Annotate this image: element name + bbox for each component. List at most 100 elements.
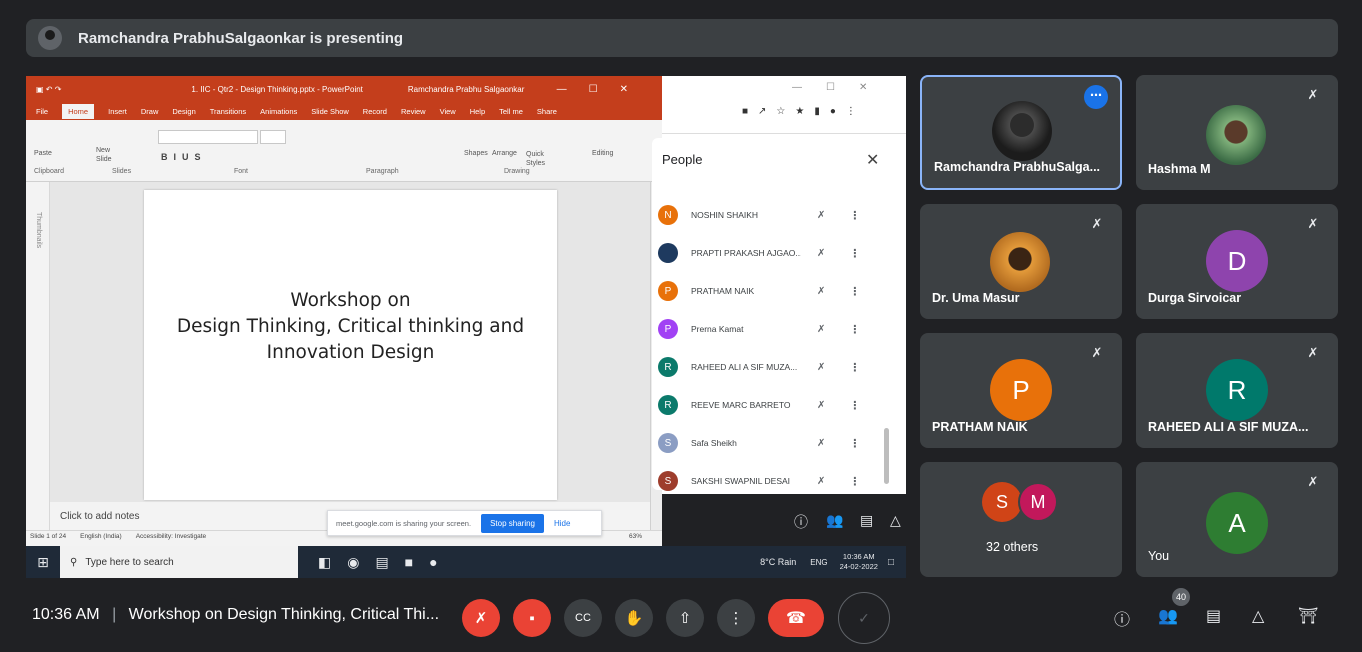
list-item[interactable]: N NOSHIN SHAIKH ✗ ⋮ — [658, 200, 886, 230]
tab-file[interactable]: File — [36, 107, 48, 116]
paste-button[interactable]: Paste — [34, 150, 52, 157]
editing-button[interactable]: Editing — [592, 150, 613, 157]
more-vert-icon[interactable]: ⋮ — [849, 361, 860, 374]
present-icon[interactable]: ⇧ — [666, 599, 704, 637]
ppt-quick-access-icon[interactable]: ▣ ↶ ↷ — [36, 85, 61, 94]
close-icon[interactable]: ✕ — [866, 150, 879, 170]
participant-name: Hashma M — [1148, 162, 1211, 176]
taskbar-apps[interactable]: ◧◉▤■● — [318, 554, 454, 571]
more-vert-icon[interactable]: ⋮ — [849, 247, 860, 260]
info-icon[interactable]: ⓘ — [794, 512, 808, 532]
mic-off-icon[interactable]: ✗ — [817, 476, 825, 487]
activities-icon[interactable]: △ — [1252, 606, 1264, 626]
participant-tile-ramchandra[interactable]: ⋯ Ramchandra PrabhuSalga... — [920, 75, 1122, 190]
screen-sharing-bar: meet.google.com is sharing your screen. … — [327, 510, 602, 536]
browser-toolbar-icons[interactable]: ■↗☆★▮●⋮ — [742, 106, 866, 117]
slide-canvas[interactable]: Workshop on Design Thinking, Critical th… — [144, 190, 557, 500]
taskbar-search[interactable]: ⚲ Type here to search — [60, 546, 298, 578]
list-item[interactable]: S SAKSHI SWAPNIL DESAI ✗ ⋮ — [658, 466, 886, 496]
language-indicator-taskbar[interactable]: ENG — [810, 558, 827, 567]
font-name-box[interactable] — [158, 130, 258, 144]
participant-tile-hashma[interactable]: ✗ Hashma M — [1136, 75, 1338, 190]
list-item[interactable]: R REEVE MARC BARRETO ✗ ⋮ — [658, 390, 886, 420]
browser-window-controls[interactable]: —☐✕ — [792, 82, 891, 93]
chat-icon[interactable]: ▤ — [1206, 606, 1221, 626]
mic-off-icon[interactable]: ✗ — [817, 324, 825, 335]
activities-icon[interactable]: △ — [890, 512, 901, 529]
camera-off-icon[interactable]: ▪ — [513, 599, 551, 637]
more-vert-icon[interactable]: ⋮ — [849, 399, 860, 412]
mic-off-icon[interactable]: ✗ — [817, 210, 825, 221]
windows-start-icon[interactable]: ⊞ — [26, 554, 60, 571]
arrange-button[interactable]: Arrange — [492, 150, 517, 157]
end-call-icon[interactable]: ☎ — [768, 599, 824, 637]
participant-tile-raheed[interactable]: R ✗ RAHEED ALI A SIF MUZA... — [1136, 333, 1338, 448]
tab-slide-show[interactable]: Slide Show — [311, 107, 349, 116]
meeting-separator: | — [112, 606, 117, 623]
mic-off-icon[interactable]: ✗ — [462, 599, 500, 637]
ppt-window-controls[interactable]: —☐✕ — [557, 84, 650, 95]
quick-styles-button[interactable]: Quick Styles — [526, 150, 554, 168]
shapes-button[interactable]: Shapes — [464, 150, 488, 157]
captions-icon[interactable]: CC — [564, 599, 602, 637]
list-item[interactable]: P PRATHAM NAIK ✗ ⋮ — [658, 276, 886, 306]
participant-avatar: S — [658, 433, 678, 453]
more-vert-icon[interactable]: ⋮ — [849, 209, 860, 222]
participant-tile-pratham[interactable]: P ✗ PRATHAM NAIK — [920, 333, 1122, 448]
mic-off-icon: ✗ — [1091, 216, 1103, 231]
check-circle-icon[interactable]: ✓ — [838, 592, 890, 644]
hide-button[interactable]: Hide — [554, 519, 570, 528]
new-slide-button[interactable]: New Slide — [96, 146, 126, 164]
list-item[interactable]: P Prerna Kamat ✗ ⋮ — [658, 314, 886, 344]
more-vert-icon[interactable]: ⋮ — [717, 599, 755, 637]
tab-home[interactable]: Home — [62, 103, 95, 119]
accessibility-status[interactable]: Accessibility: Investigate — [136, 533, 206, 540]
chat-icon[interactable]: ▤ — [860, 512, 873, 529]
others-count: 32 others — [986, 540, 1039, 554]
raise-hand-icon[interactable]: ✋ — [615, 599, 653, 637]
tab-draw[interactable]: Draw — [141, 107, 159, 116]
notification-icon[interactable]: □ — [888, 557, 894, 568]
info-icon[interactable]: ⓘ — [1114, 606, 1130, 630]
taskbar-clock[interactable]: 10:36 AM 24-02-2022 — [840, 552, 878, 572]
mic-off-icon[interactable]: ✗ — [817, 248, 825, 259]
people-icon[interactable]: 👥 — [1158, 606, 1178, 626]
more-vert-icon[interactable]: ⋮ — [849, 285, 860, 298]
people-icon[interactable]: 👥 — [826, 512, 843, 529]
list-item[interactable]: S Safa Sheikh ✗ ⋮ — [658, 428, 886, 458]
tab-insert[interactable]: Insert — [108, 107, 127, 116]
participant-tile-you[interactable]: A ✗ You — [1136, 462, 1338, 577]
participant-tile-uma[interactable]: ✗ Dr. Uma Masur — [920, 204, 1122, 319]
people-scrollbar[interactable] — [884, 428, 889, 484]
tab-help[interactable]: Help — [470, 107, 485, 116]
more-vert-icon[interactable]: ⋮ — [849, 437, 860, 450]
host-controls-icon[interactable]: ⛩ — [1298, 606, 1318, 626]
tab-record[interactable]: Record — [363, 107, 387, 116]
stop-sharing-button[interactable]: Stop sharing — [481, 513, 544, 533]
more-options-icon[interactable]: ⋯ — [1084, 85, 1108, 109]
participant-tile-durga[interactable]: D ✗ Durga Sirvoicar — [1136, 204, 1338, 319]
more-vert-icon[interactable]: ⋮ — [849, 323, 860, 336]
tell-me-search[interactable]: Tell me — [499, 107, 523, 116]
participant-tile-others[interactable]: S M 32 others — [920, 462, 1122, 577]
tab-transitions[interactable]: Transitions — [210, 107, 246, 116]
tab-design[interactable]: Design — [172, 107, 195, 116]
weather-widget[interactable]: 8°C Rain — [760, 557, 796, 567]
tab-review[interactable]: Review — [401, 107, 426, 116]
font-size-box[interactable] — [260, 130, 286, 144]
more-vert-icon[interactable]: ⋮ — [849, 475, 860, 488]
mic-off-icon[interactable]: ✗ — [817, 286, 825, 297]
list-item[interactable]: PRAPTI PRAKASH AJGAO... ✗ ⋮ — [658, 238, 886, 268]
list-item[interactable]: R RAHEED ALI A SIF MUZA... ✗ ⋮ — [658, 352, 886, 382]
tab-animations[interactable]: Animations — [260, 107, 297, 116]
mic-off-icon[interactable]: ✗ — [817, 400, 825, 411]
zoom-level[interactable]: 63% — [629, 533, 642, 540]
inner-meet-controls: ⓘ 👥 ▤ △ — [662, 494, 906, 546]
font-format-icons[interactable]: BIUS — [161, 152, 207, 162]
share-button[interactable]: Share — [537, 107, 557, 116]
thumbnails-pane[interactable]: Thumbnails — [26, 182, 50, 532]
language-indicator[interactable]: English (India) — [80, 533, 122, 540]
tab-view[interactable]: View — [440, 107, 456, 116]
mic-off-icon[interactable]: ✗ — [817, 438, 825, 449]
mic-off-icon[interactable]: ✗ — [817, 362, 825, 373]
